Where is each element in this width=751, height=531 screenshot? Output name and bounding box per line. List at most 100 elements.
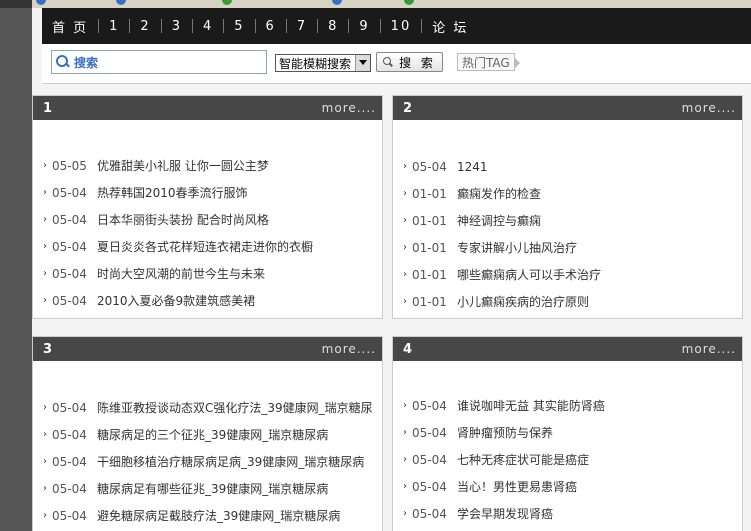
item-title[interactable]: 日本华丽街头装扮 配合时尚风格 bbox=[97, 211, 269, 228]
item-date: 01-01 bbox=[412, 294, 447, 309]
item-date: 05-04 bbox=[412, 506, 447, 521]
item-title[interactable]: 优雅甜美小礼服 让你一圆公主梦 bbox=[97, 157, 269, 174]
hot-tag-link[interactable]: 热门TAG bbox=[457, 53, 520, 71]
panel-2: 2 more.... › 05-04 1241 › 01-01 癫痫发作的检查 › 01-… bbox=[392, 95, 743, 319]
bullet-icon: › bbox=[43, 429, 47, 440]
list-item[interactable]: › 05-04 谁说咖啡无益 其实能防肾癌 bbox=[393, 392, 742, 419]
list-item[interactable]: › 05-04 2010入夏必备9款建筑感美裙 bbox=[33, 287, 382, 314]
list-item[interactable]: › 01-01 癫痫发作的检查 bbox=[393, 180, 742, 207]
list-item[interactable]: › 01-01 哪些癫痫病人可以手术治疗 bbox=[393, 261, 742, 288]
item-date: 05-05 bbox=[52, 158, 87, 173]
list-item[interactable]: › 05-04 热荐韩国2010春季流行服饰 bbox=[33, 179, 382, 206]
bullet-icon: › bbox=[403, 508, 407, 519]
nav-item-6[interactable]: 6 bbox=[256, 19, 286, 34]
bullet-icon: › bbox=[43, 268, 47, 279]
search-button[interactable]: 搜 索 bbox=[376, 52, 443, 72]
list-item[interactable]: › 05-04 肾肿瘤预防与保养 bbox=[393, 419, 742, 446]
list-item[interactable]: › 01-01 小儿癫痫疾病的治疗原则 bbox=[393, 288, 742, 315]
list-item[interactable]: › 05-04 学会早期发现肾癌 bbox=[393, 500, 742, 527]
bullet-icon: › bbox=[403, 242, 407, 253]
search-icon bbox=[383, 57, 393, 67]
nav-item-forum[interactable]: 论 坛 bbox=[422, 17, 478, 36]
item-title[interactable]: 热荐韩国2010春季流行服饰 bbox=[97, 184, 248, 201]
list-item[interactable]: › 05-04 夏日炎炎各式花样短连衣裙走进你的衣橱 bbox=[33, 233, 382, 260]
search-input[interactable]: 搜索 bbox=[51, 50, 267, 74]
item-title[interactable]: 专家讲解小儿抽风治疗 bbox=[457, 239, 577, 256]
item-title[interactable]: 谁说咖啡无益 其实能防肾癌 bbox=[457, 397, 605, 414]
nav-item-8[interactable]: 8 bbox=[318, 19, 348, 34]
favorite-link[interactable] bbox=[404, 0, 414, 6]
nav-item-7[interactable]: 7 bbox=[287, 19, 317, 34]
item-title[interactable]: 干细胞移植治疗糖尿病足病_39健康网_瑞京糖尿病 bbox=[97, 453, 364, 470]
item-date: 01-01 bbox=[412, 186, 447, 201]
more-link[interactable]: more.... bbox=[322, 101, 376, 115]
item-title[interactable]: 七种无疼症状可能是癌症 bbox=[457, 451, 589, 468]
search-mode-select[interactable]: 智能模糊搜索 bbox=[275, 54, 371, 72]
search-bar: 搜索 智能模糊搜索 搜 索 热门TAG bbox=[42, 44, 751, 84]
item-title[interactable]: 小儿癫痫疾病的治疗原则 bbox=[457, 293, 589, 310]
panel-header: 3 more.... bbox=[33, 337, 382, 361]
item-title[interactable]: 肾肿瘤预防与保养 bbox=[457, 424, 553, 441]
nav-item-1[interactable]: 1 bbox=[99, 19, 129, 34]
item-title[interactable]: 哪些癫痫病人可以手术治疗 bbox=[457, 266, 601, 283]
item-title[interactable]: 学会早期发现肾癌 bbox=[457, 505, 553, 522]
search-mode-value: 智能模糊搜索 bbox=[279, 56, 352, 71]
list-item[interactable]: › 05-04 陈维亚教授谈动态双C强化疗法_39健康网_瑞京糖尿 bbox=[33, 394, 382, 421]
bullet-icon: › bbox=[43, 241, 47, 252]
list-item[interactable]: › 01-01 专家讲解小儿抽风治疗 bbox=[393, 234, 742, 261]
list-item[interactable]: › 05-04 1241 bbox=[393, 153, 742, 180]
list-item[interactable]: › 05-04 时尚大空风潮的前世今生与未来 bbox=[33, 260, 382, 287]
list-item[interactable]: › 05-04 糖尿病足有哪些征兆_39健康网_瑞京糖尿病 bbox=[33, 475, 382, 502]
favorite-link[interactable] bbox=[222, 0, 232, 6]
item-date: 05-04 bbox=[412, 452, 447, 467]
list-item[interactable]: › 05-05 优雅甜美小礼服 让你一圆公主梦 bbox=[33, 152, 382, 179]
bullet-icon: › bbox=[43, 187, 47, 198]
nav-item-2[interactable]: 2 bbox=[130, 19, 160, 34]
bullet-icon: › bbox=[43, 160, 47, 171]
item-date: 05-04 bbox=[412, 425, 447, 440]
item-title[interactable]: 夏日炎炎各式花样短连衣裙走进你的衣橱 bbox=[97, 238, 313, 255]
nav-item-home[interactable]: 首 页 bbox=[42, 17, 98, 36]
item-title[interactable]: 陈维亚教授谈动态双C强化疗法_39健康网_瑞京糖尿 bbox=[97, 399, 373, 416]
bullet-icon: › bbox=[43, 456, 47, 467]
favorite-link[interactable] bbox=[332, 0, 342, 6]
item-title[interactable]: 时尚大空风潮的前世今生与未来 bbox=[97, 265, 265, 282]
nav-item-3[interactable]: 3 bbox=[162, 19, 192, 34]
bullet-icon: › bbox=[43, 402, 47, 413]
list-item[interactable]: › 05-04 糖尿病足的三个征兆_39健康网_瑞京糖尿病 bbox=[33, 421, 382, 448]
list-item[interactable]: › 05-04 避免糖尿病足截肢疗法_39健康网_瑞京糖尿病 bbox=[33, 502, 382, 529]
list-item[interactable]: › 05-04 七种无疼症状可能是癌症 bbox=[393, 446, 742, 473]
item-title[interactable]: 糖尿病足有哪些征兆_39健康网_瑞京糖尿病 bbox=[97, 480, 328, 497]
item-title[interactable]: 糖尿病足的三个征兆_39健康网_瑞京糖尿病 bbox=[97, 426, 328, 443]
more-link[interactable]: more.... bbox=[682, 101, 736, 115]
favorite-link[interactable] bbox=[116, 0, 126, 6]
nav-item-9[interactable]: 9 bbox=[349, 19, 379, 34]
item-title[interactable]: 癫痫发作的检查 bbox=[457, 185, 541, 202]
favorite-link[interactable] bbox=[36, 0, 46, 6]
panel-title: 2 bbox=[403, 100, 413, 116]
list-item[interactable]: › 01-01 神经调控与癫痫 bbox=[393, 207, 742, 234]
folder-icon bbox=[404, 0, 414, 5]
nav-item-5[interactable]: 5 bbox=[224, 19, 254, 34]
chevron-down-icon[interactable] bbox=[355, 55, 370, 71]
bullet-icon: › bbox=[403, 188, 407, 199]
item-title[interactable]: 避免糖尿病足截肢疗法_39健康网_瑞京糖尿病 bbox=[97, 507, 340, 524]
nav-item-10[interactable]: 10 bbox=[381, 19, 422, 34]
bullet-icon: › bbox=[403, 454, 407, 465]
bullet-icon: › bbox=[403, 161, 407, 172]
item-title[interactable]: 1241 bbox=[457, 160, 488, 174]
item-date: 05-04 bbox=[52, 266, 87, 281]
more-link[interactable]: more.... bbox=[682, 342, 736, 356]
more-link[interactable]: more.... bbox=[322, 342, 376, 356]
item-date: 05-04 bbox=[52, 239, 87, 254]
panel-3: 3 more.... › 05-04 陈维亚教授谈动态双C强化疗法_39健康网_瑞京… bbox=[32, 336, 383, 531]
item-date: 05-04 bbox=[52, 427, 87, 442]
nav-item-4[interactable]: 4 bbox=[193, 19, 223, 34]
list-item[interactable]: › 05-04 当心！男性更易患肾癌 bbox=[393, 473, 742, 500]
item-title[interactable]: 当心！男性更易患肾癌 bbox=[457, 478, 577, 495]
list-item[interactable]: › 05-04 干细胞移植治疗糖尿病足病_39健康网_瑞京糖尿病 bbox=[33, 448, 382, 475]
item-date: 01-01 bbox=[412, 240, 447, 255]
item-title[interactable]: 神经调控与癫痫 bbox=[457, 212, 541, 229]
item-title[interactable]: 2010入夏必备9款建筑感美裙 bbox=[97, 292, 255, 309]
list-item[interactable]: › 05-04 日本华丽街头装扮 配合时尚风格 bbox=[33, 206, 382, 233]
